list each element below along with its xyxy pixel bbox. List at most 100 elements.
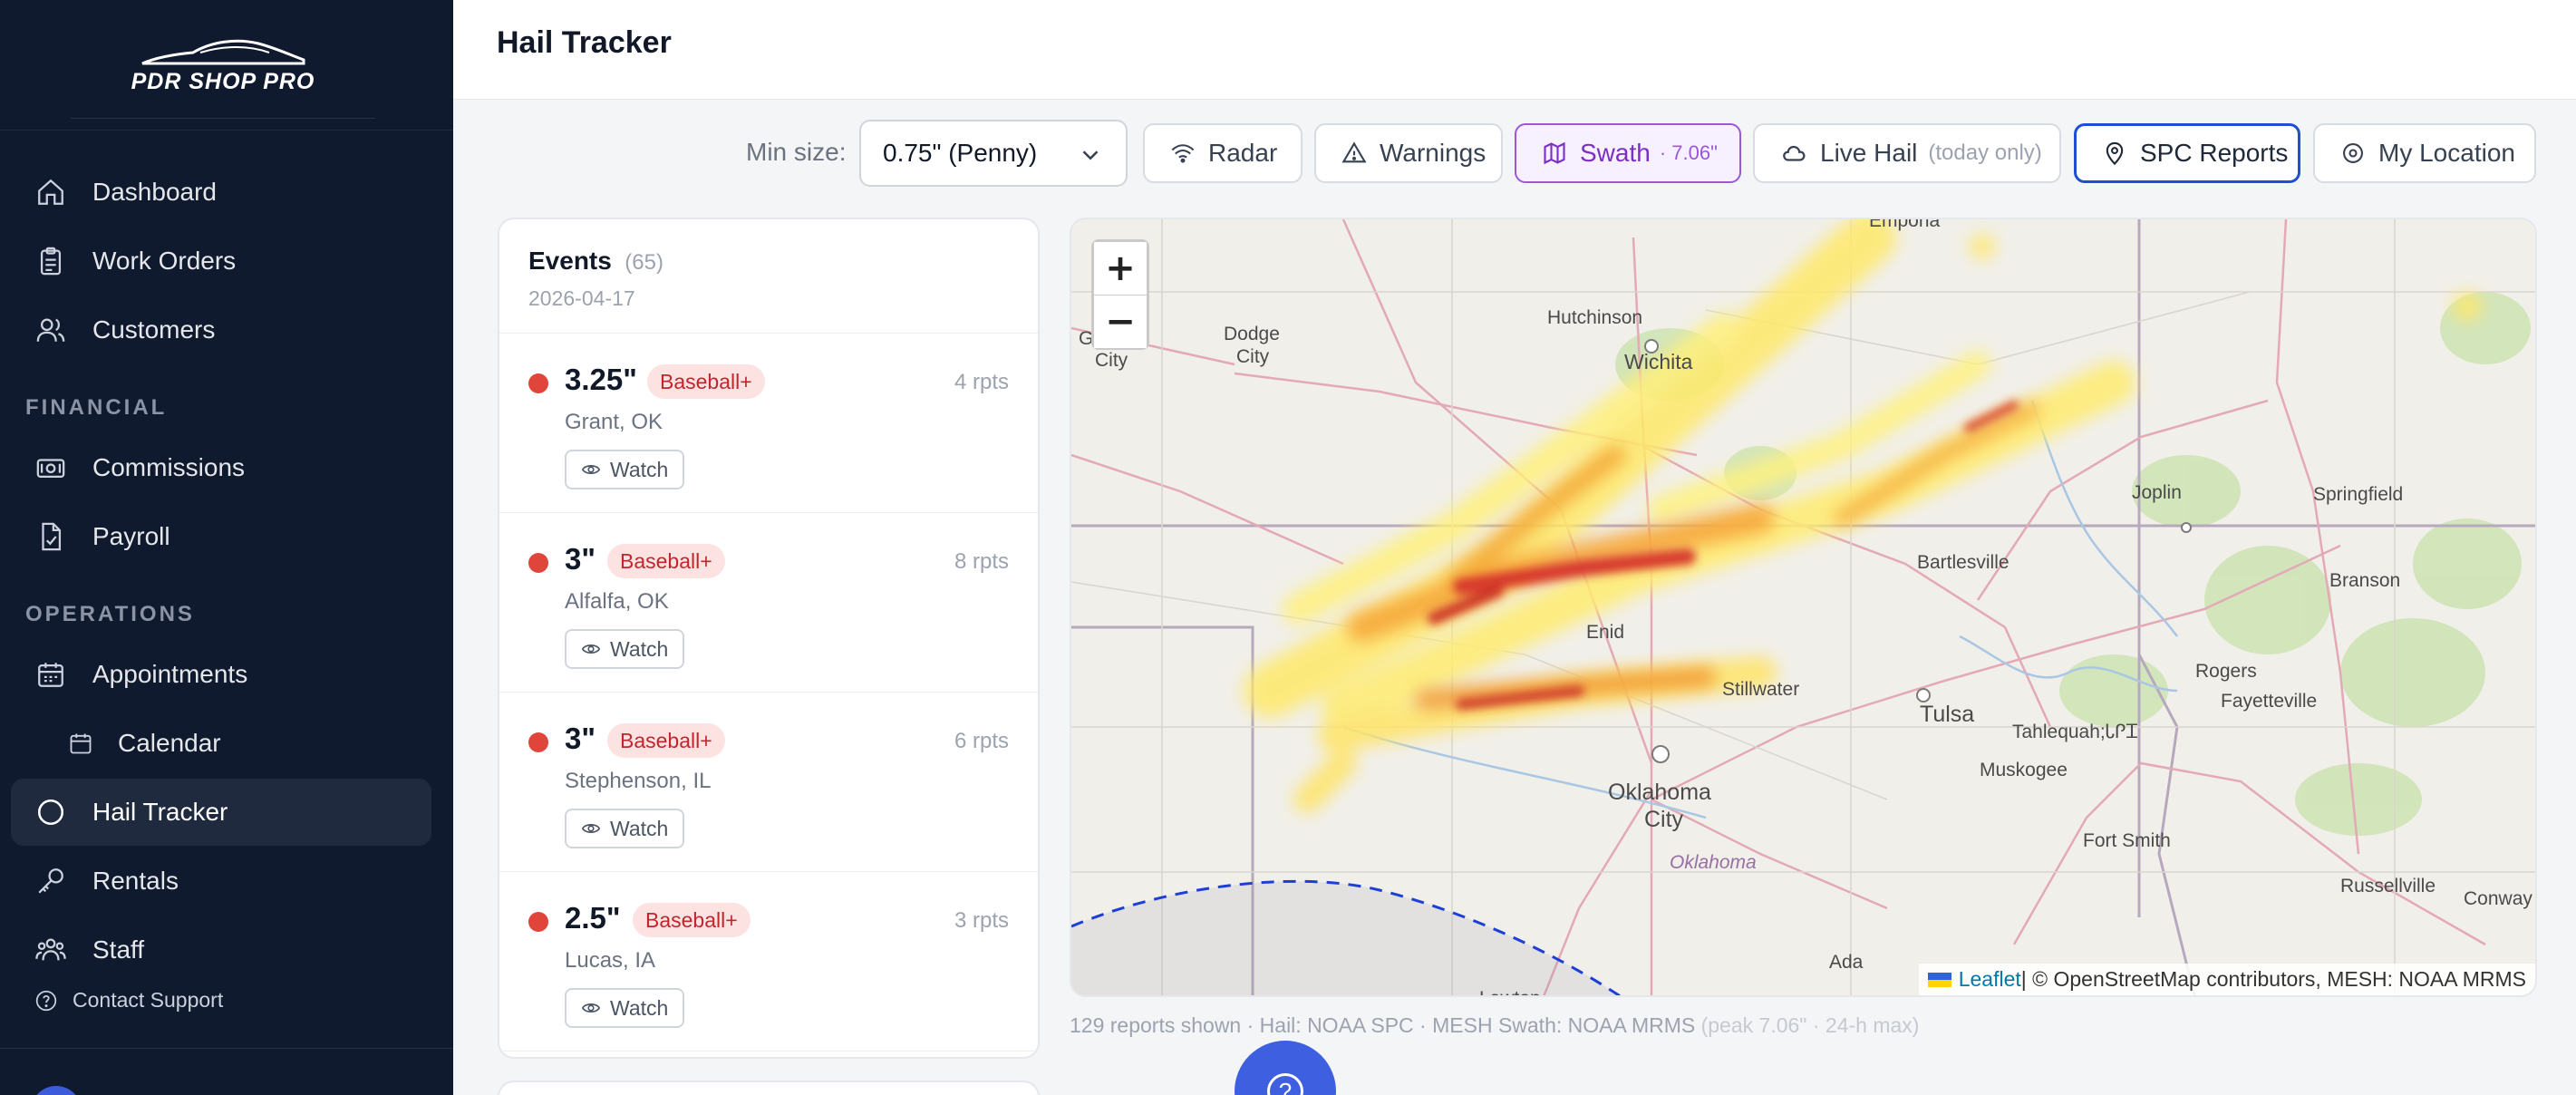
swath-button[interactable]: Swath · 7.06" [1515, 123, 1741, 183]
sidebar-item-customers[interactable]: Customers [11, 296, 431, 363]
watch-label: Watch [610, 457, 669, 481]
event-reports: 8 rpts [954, 549, 1009, 574]
event-size: 3.25" [565, 363, 637, 396]
swath-peak: · 7.06" [1659, 141, 1718, 164]
contact-support-link[interactable]: Contact Support [34, 988, 223, 1013]
severity-dot [528, 553, 548, 573]
cloud-icon [1780, 140, 1807, 167]
map-label-tahlequah: Tahlequah;ᏓᎵᏆ [2012, 722, 2138, 742]
map-attribution: Leaflet | © OpenStreetMap contributors, … [1918, 964, 2535, 995]
zoom-in-button[interactable]: + [1094, 242, 1147, 295]
my-location-button[interactable]: My Location [2313, 123, 2536, 183]
watch-label: Watch [610, 816, 669, 840]
events-panel-secondary [498, 1080, 1040, 1095]
sidebar-bottom-divider [0, 1048, 453, 1049]
warnings-label: Warnings [1380, 139, 1487, 167]
watch-button[interactable]: Watch [565, 450, 685, 489]
map-label-branson: Branson [2329, 570, 2400, 591]
map-tiles: G City Dodge City Hutchinson Wichita Emp… [1071, 219, 2535, 995]
leaflet-link[interactable]: Leaflet [1959, 967, 2021, 992]
logo-divider [71, 118, 375, 119]
sidebar-item-work-orders[interactable]: Work Orders [11, 228, 431, 295]
sidebar-item-dashboard[interactable]: Dashboard [11, 159, 431, 226]
avatar[interactable] [31, 1086, 82, 1095]
eye-icon [581, 460, 601, 480]
sidebar-item-rentals[interactable]: Rentals [11, 848, 431, 915]
calendar-days-icon [34, 658, 67, 691]
event-size: 3" [565, 722, 596, 755]
watch-button[interactable]: Watch [565, 988, 685, 1028]
page-header: Hail Tracker [453, 0, 2576, 100]
event-reports: 3 rpts [954, 908, 1009, 933]
home-icon [34, 176, 67, 208]
live-hail-button[interactable]: Live Hail (today only) [1753, 123, 2061, 183]
eye-icon [581, 819, 601, 838]
event-item[interactable]: 2.5" Baseball+ 3 rpts Lucas, IA Watch [499, 872, 1038, 1051]
events-header: Events (65) 2026-04-17 [499, 219, 1038, 334]
hail-map[interactable]: G City Dodge City Hutchinson Wichita Emp… [1070, 218, 2537, 997]
watch-button[interactable]: Watch [565, 809, 685, 848]
sidebar-item-label: Dashboard [92, 178, 217, 206]
sidebar-item-staff[interactable]: Staff [11, 916, 431, 984]
eye-icon [581, 639, 601, 659]
sidebar-item-calendar[interactable]: Calendar [11, 710, 431, 777]
radar-button[interactable]: Radar [1143, 123, 1303, 183]
sidebar-item-label: Rentals [92, 867, 179, 895]
swath-label: Swath [1580, 139, 1651, 167]
watch-label: Watch [610, 995, 669, 1020]
help-fab-button[interactable]: ? [1235, 1041, 1336, 1095]
attribution-text: | © OpenStreetMap contributors, MESH: NO… [2020, 967, 2526, 991]
sidebar-item-label: Hail Tracker [92, 798, 228, 826]
severity-dot [528, 732, 548, 752]
map-label-emporia: Emporia [1869, 219, 1941, 231]
page-title: Hail Tracker [497, 25, 672, 60]
sidebar-item-label: Commissions [92, 453, 246, 481]
event-location: Lucas, IA [565, 948, 656, 973]
map-pin-icon [2102, 141, 2127, 166]
my-location-label: My Location [2378, 139, 2515, 167]
map-icon [1542, 141, 1567, 166]
sidebar-item-label: Customers [92, 315, 216, 344]
sidebar-item-appointments[interactable]: Appointments [11, 641, 431, 708]
map-label-fort-smith: Fort Smith [2083, 830, 2171, 851]
map-footnote: 129 reports shown · Hail: NOAA SPC · MES… [1070, 1013, 1919, 1038]
sidebar: PDR SHOP PRO Dashboard Work Orders Custo… [0, 0, 453, 1095]
sidebar-divider [0, 130, 453, 131]
event-item[interactable]: 3.25" Baseball+ 4 rpts Grant, OK Watch [499, 334, 1038, 513]
section-label-financial: FINANCIAL [25, 395, 168, 420]
users-icon [34, 314, 67, 346]
event-item[interactable]: 3" Baseball+ 8 rpts Alfalfa, OK Watch [499, 513, 1038, 693]
event-badge: Baseball+ [607, 544, 725, 578]
map-label-oklahoma-city: Oklahoma [1608, 780, 1711, 805]
map-label-enid: Enid [1586, 622, 1624, 643]
contact-support-label: Contact Support [73, 988, 224, 1012]
car-logo-icon [141, 39, 305, 65]
clipboard-icon [34, 245, 67, 277]
event-item[interactable]: 3" Baseball+ 6 rpts Stephenson, IL Watch [499, 693, 1038, 872]
map-label-stillwater: Stillwater [1722, 679, 1799, 700]
help-circle-icon [34, 989, 58, 1013]
sidebar-item-hail-tracker[interactable]: Hail Tracker [11, 779, 431, 846]
map-label-ada: Ada [1829, 952, 1864, 973]
zoom-out-button[interactable]: − [1094, 296, 1147, 348]
alert-triangle-icon [1341, 141, 1367, 166]
sidebar-item-label: Staff [92, 935, 145, 964]
chevron-down-icon [1077, 141, 1104, 175]
sidebar-item-commissions[interactable]: Commissions [11, 434, 431, 501]
help-icon: ? [1267, 1073, 1303, 1095]
event-size: 3" [565, 542, 596, 576]
team-icon [34, 934, 67, 966]
sidebar-item-payroll[interactable]: Payroll [11, 503, 431, 570]
warnings-button[interactable]: Warnings [1314, 123, 1503, 183]
map-label-conway: Conway [2464, 888, 2532, 909]
sidebar-item-label: Payroll [92, 522, 170, 550]
watch-button[interactable]: Watch [565, 629, 685, 669]
event-location: Stephenson, IL [565, 769, 712, 793]
events-count: (65) [625, 250, 663, 275]
spc-reports-button[interactable]: SPC Reports [2074, 123, 2300, 183]
brand-logo[interactable]: PDR SHOP PRO [71, 36, 375, 118]
min-size-select[interactable]: 0.75" (Penny) [859, 120, 1128, 187]
map-label-russellville: Russellville [2340, 876, 2436, 896]
severity-dot [528, 373, 548, 393]
map-label-tulsa: Tulsa [1920, 702, 1974, 727]
